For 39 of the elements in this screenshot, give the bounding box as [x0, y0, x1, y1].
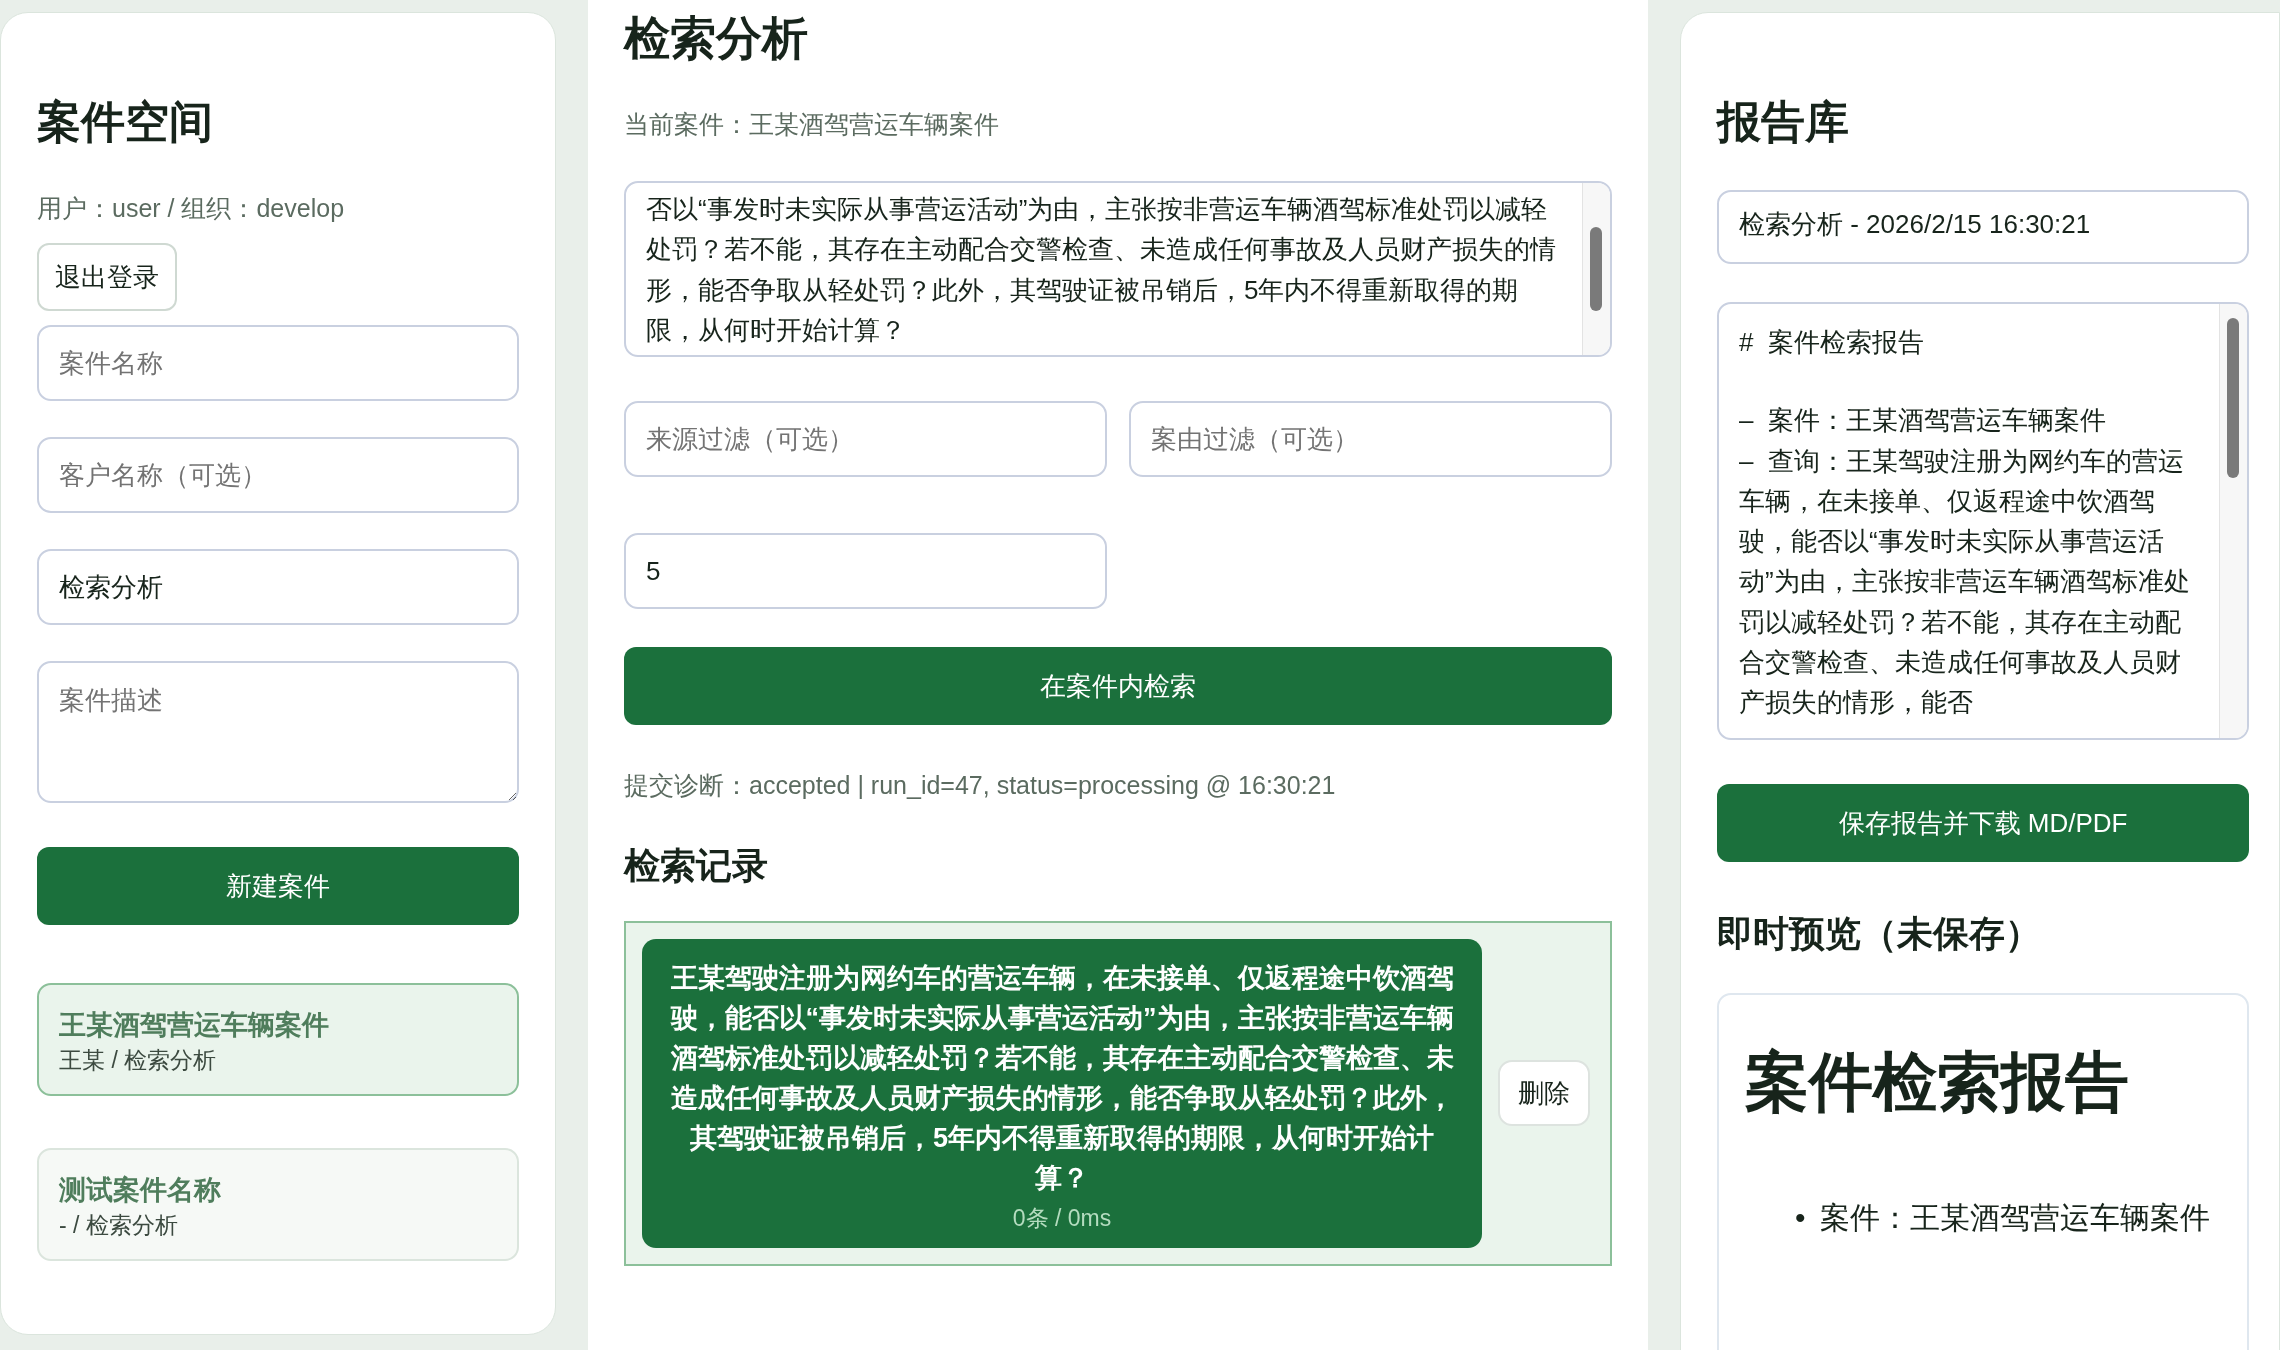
markdown-field[interactable]: # 案件检索报告 – 案件：王某酒驾营运车辆案件 – 查询：王某驾驶注册为网约车的营运车辆，在未接单、仅返程途中饮酒驾驶，能否以“事发时未实际从事营运活动”为由，主张按非营运车辆酒驾标准处罚以减轻处罚？若不能，其存在主动配合交警检查、未造成任何事故及人员财产损失的情形，能否 — [1717, 302, 2249, 740]
section-title: 即时预览（未保存） — [1717, 912, 2042, 956]
preview-heading: 案件检索报告 — [1745, 1045, 2130, 1120]
current-case: 当前案件：王某酒驾营运车辆案件 — [624, 109, 1000, 140]
filter-field[interactable]: 来源过滤（可选） — [624, 401, 1107, 477]
case-subtitle: - / 检索分析 — [59, 1211, 179, 1240]
case-subtitle: 王某 / 检索分析 — [59, 1046, 218, 1075]
scrollbar-icon[interactable] — [2219, 304, 2247, 738]
markdown-heading: # 案件检索报告 — [1739, 327, 1924, 357]
record-query: 王某驾驶注册为网约车的营运车辆，在未接单、仅返程途中饮酒驾驶，能否以“事发时未实际从事营运活动”为由，主张按非营运车辆酒驾标准处罚以减轻处罚？若不能，其存在主动配合交警检查、未造成任何事故及人员财产损失的情形，能否争取从轻处罚？此外，其驾驶证被吊销后，5年内不得重新取得的期限，从何时开始计算？ — [669, 962, 1455, 1195]
case-item[interactable]: 王某酒驾营运车辆案件 王某 / 检索分析 — [37, 983, 519, 1096]
report-title-field[interactable]: 检索分析 - 2026/2/15 16:30:21 — [1717, 190, 2249, 264]
search-button[interactable]: 在案件内检索 — [624, 647, 1612, 725]
panel-title: 报告库 — [1717, 96, 1850, 148]
save-report-button[interactable]: 保存报告并下载 MD/PDF — [1717, 784, 2249, 862]
panel-title: 检索分析 — [624, 11, 809, 66]
user-info: 用户：user / 组织：develop — [37, 193, 346, 224]
panel-title: 案件空间 — [37, 96, 214, 148]
number-field[interactable]: 5 — [624, 533, 1107, 609]
logout-button[interactable]: 退出登录 — [37, 243, 177, 311]
filter-field[interactable]: 案由过滤（可选） — [1129, 401, 1612, 477]
record-meta: 0条 / 0ms — [1012, 1203, 1112, 1233]
markdown-text: – 案件：王某酒驾营运车辆案件 – 查询：王某驾驶注册为网约车的营运车辆，在未接单、仅返程途中饮酒驾驶，能否以“事发时未实际从事营运活动”为由，主张按非营运车辆酒驾标准处罚以减轻处罚？若不能，其存在主动配合交警检查、未造成任何事故及人员财产损失的情形，能否 — [1739, 405, 2190, 718]
preview-list-item: 案件：王某酒驾营运车辆案件 — [1819, 1200, 2210, 1236]
create-case-button[interactable]: 新建案件 — [37, 847, 519, 925]
case-title: 王某酒驾营运车辆案件 — [59, 1009, 330, 1042]
record-card[interactable]: 王某驾驶注册为网约车的营运车辆，在未接单、仅返程途中饮酒驾驶，能否以“事发时未实际从事营运活动”为由，主张按非营运车辆酒驾标准处罚以减轻处罚？若不能，其存在主动配合交警检查、未造成任何事故及人员财产损失的情形，能否争取从轻处罚？此外，其驾驶证被吊销后，5年内不得重新取得的期限，从何时开始计算？ 0条 / 0ms — [642, 939, 1482, 1248]
bullet: • — [1795, 1200, 1806, 1236]
case-title: 测试案件名称 — [59, 1174, 222, 1207]
text-field[interactable]: 检索分析 — [37, 549, 519, 625]
diagnostic-text: 提交诊断：accepted | run_id=47, status=processing @ 16:30:21 — [624, 770, 1337, 801]
query-field[interactable]: 否以“事发时未实际从事营运活动”为由，主张按非营运车辆酒驾标准处罚以减轻处罚？若不能，其存在主动配合交警检查、未造成任何事故及人员财产损失的情形，能否争取从轻处罚？此外，其驾驶证被吊销后，5年内不得重新取得的期限，从何时开始计算？ — [624, 181, 1612, 357]
section-title: 检索记录 — [624, 844, 769, 888]
description-field[interactable]: 案件描述 — [37, 661, 519, 803]
scrollbar-icon[interactable] — [1582, 183, 1610, 355]
text-field[interactable]: 案件名称 — [37, 325, 519, 401]
delete-button[interactable]: 删除 — [1498, 1060, 1590, 1127]
text-field[interactable]: 客户名称（可选） — [37, 437, 519, 513]
case-item[interactable]: 测试案件名称 - / 检索分析 — [37, 1148, 519, 1261]
